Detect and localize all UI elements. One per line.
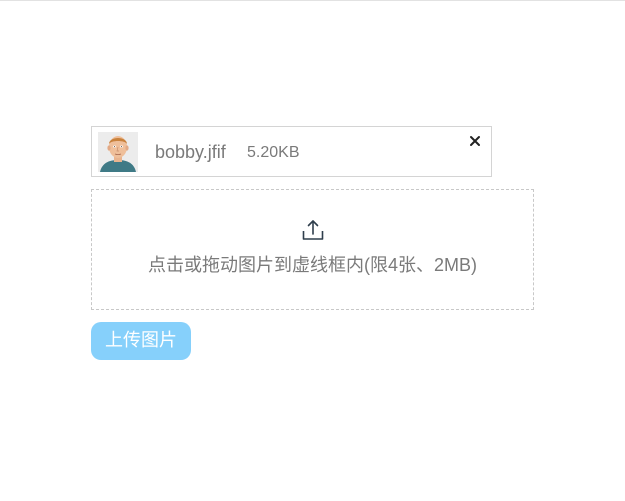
top-divider — [0, 0, 625, 1]
remove-file-button[interactable] — [466, 132, 484, 150]
upload-image-button[interactable]: 上传图片 — [91, 322, 191, 360]
upload-dropzone[interactable]: 点击或拖动图片到虚线框内(限4张、2MB) — [91, 189, 534, 310]
file-size: 5.20KB — [247, 144, 300, 161]
upload-icon — [302, 220, 324, 240]
dropzone-hint: 点击或拖动图片到虚线框内(限4张、2MB) — [147, 255, 477, 275]
close-icon — [470, 136, 480, 146]
avatar-thumbnail-icon — [98, 132, 138, 172]
file-name: bobby.jfif — [155, 142, 226, 162]
uploaded-file-item: bobby.jfif 5.20KB — [91, 126, 492, 177]
file-thumbnail — [98, 132, 138, 172]
